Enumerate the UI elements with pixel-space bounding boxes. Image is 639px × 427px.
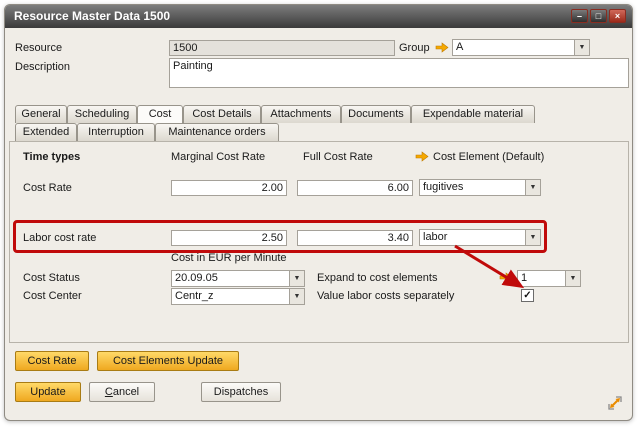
tab-scheduling[interactable]: Scheduling (67, 105, 137, 123)
cost-center-value: Centr_z (175, 290, 288, 302)
dispatches-button[interactable]: Dispatches (201, 382, 281, 402)
cost-rate-row-label: Cost Rate (23, 182, 72, 194)
labor-element-select[interactable]: labor ▼ (419, 229, 541, 246)
cost-elements-update-button[interactable]: Cost Elements Update (97, 351, 239, 371)
link-arrow-icon[interactable] (499, 272, 513, 283)
expand-to-cost-elements-select[interactable]: 1 ▼ (517, 270, 581, 287)
cost-rate-button[interactable]: Cost Rate (15, 351, 89, 371)
full-cost-rate-header: Full Cost Rate (303, 151, 373, 163)
tab-cost-details[interactable]: Cost Details (183, 105, 261, 123)
link-arrow-icon[interactable] (435, 42, 449, 53)
minimize-button-icon[interactable]: – (571, 9, 588, 23)
description-label: Description (15, 61, 70, 73)
cost-status-select[interactable]: 20.09.05 ▼ (171, 270, 305, 287)
chevron-down-icon[interactable]: ▼ (565, 271, 580, 286)
value-labor-costs-label: Value labor costs separately (317, 290, 454, 302)
tab-expendable-material[interactable]: Expendable material (411, 105, 535, 123)
chevron-down-icon[interactable]: ▼ (289, 271, 304, 286)
close-button-icon[interactable]: × (609, 9, 626, 23)
check-icon: ✓ (523, 290, 531, 301)
cost-rate-element-select[interactable]: fugitives ▼ (419, 179, 541, 196)
window-title: Resource Master Data 1500 (14, 9, 170, 23)
tab-extended[interactable]: Extended (15, 123, 77, 141)
unit-note: Cost in EUR per Minute (171, 252, 287, 264)
expand-to-cost-elements-label: Expand to cost elements (317, 272, 437, 284)
update-button[interactable]: Update (15, 382, 81, 402)
description-field[interactable]: Painting (169, 58, 629, 88)
cost-center-label: Cost Center (23, 290, 82, 302)
labor-element-value: labor (423, 231, 524, 243)
maximize-button-icon[interactable]: □ (590, 9, 607, 23)
tab-general[interactable]: General (15, 105, 67, 123)
tab-documents[interactable]: Documents (341, 105, 411, 123)
marginal-cost-rate-header: Marginal Cost Rate (171, 151, 265, 163)
cancel-button[interactable]: Cancel (89, 382, 155, 402)
resize-form-icon[interactable] (607, 395, 623, 414)
cost-rate-marginal-input[interactable]: 2.00 (171, 180, 287, 196)
chevron-down-icon[interactable]: ▼ (525, 180, 540, 195)
chevron-down-icon[interactable]: ▼ (289, 289, 304, 304)
window-controls: – □ × (571, 9, 626, 23)
value-labor-costs-checkbox[interactable]: ✓ (521, 289, 534, 302)
tab-cost[interactable]: Cost (137, 105, 183, 123)
labor-marginal-input[interactable]: 2.50 (171, 230, 287, 246)
expand-to-cost-elements-value: 1 (521, 272, 564, 284)
group-select-value: A (456, 41, 573, 53)
labor-cost-rate-row-label: Labor cost rate (23, 232, 96, 244)
time-types-header: Time types (23, 151, 80, 163)
window-titlebar[interactable]: Resource Master Data 1500 – □ × (5, 5, 632, 28)
resource-label: Resource (15, 42, 62, 54)
resource-master-data-window: Resource Master Data 1500 – □ × Resource… (4, 4, 633, 421)
tab-maintenance-orders[interactable]: Maintenance orders (155, 123, 279, 141)
tab-interruption[interactable]: Interruption (77, 123, 155, 141)
chevron-down-icon[interactable]: ▼ (525, 230, 540, 245)
group-label: Group (399, 42, 430, 54)
cost-rate-full-input[interactable]: 6.00 (297, 180, 413, 196)
cost-status-label: Cost Status (23, 272, 80, 284)
tab-attachments[interactable]: Attachments (261, 105, 341, 123)
labor-full-input[interactable]: 3.40 (297, 230, 413, 246)
cost-rate-element-value: fugitives (423, 181, 524, 193)
cost-element-header: Cost Element (Default) (433, 151, 544, 163)
link-arrow-icon[interactable] (415, 151, 429, 162)
chevron-down-icon[interactable]: ▼ (574, 40, 589, 55)
cost-status-value: 20.09.05 (175, 272, 288, 284)
resource-field[interactable]: 1500 (169, 40, 395, 56)
cost-center-select[interactable]: Centr_z ▼ (171, 288, 305, 305)
group-select[interactable]: A ▼ (452, 39, 590, 56)
